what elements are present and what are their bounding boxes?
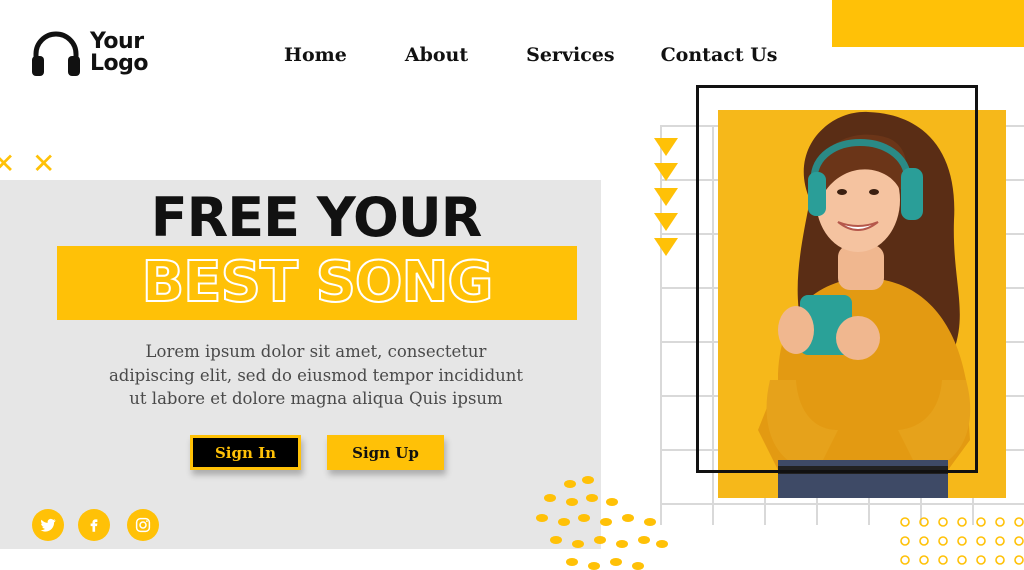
triangle-decoration bbox=[654, 213, 678, 231]
sign-up-button[interactable]: Sign Up bbox=[327, 435, 444, 470]
x-decoration: ✕ bbox=[0, 147, 16, 180]
hero-description: Lorem ipsum dolor sit amet, consectetur … bbox=[60, 340, 572, 411]
description-line: ut labore et dolore magna aliqua Quis ip… bbox=[129, 389, 503, 408]
sign-in-button[interactable]: Sign In bbox=[190, 435, 301, 470]
instagram-button[interactable] bbox=[127, 509, 159, 541]
dots-decoration bbox=[536, 476, 668, 570]
description-line: Lorem ipsum dolor sit amet, consectetur bbox=[145, 342, 487, 361]
facebook-icon bbox=[90, 519, 98, 532]
x-decoration: ✕ bbox=[32, 147, 56, 180]
twitter-button[interactable] bbox=[32, 509, 64, 541]
ring-dots-decoration bbox=[900, 517, 1024, 565]
main-nav: Home About Services Contact Us bbox=[284, 44, 778, 66]
facebook-button[interactable] bbox=[78, 509, 110, 541]
triangle-decoration bbox=[654, 138, 678, 156]
logo[interactable]: Your Logo bbox=[30, 28, 149, 78]
description-line: adipiscing elit, sed do eiusmod tempor i… bbox=[108, 365, 524, 385]
decorative-yellow-bar bbox=[832, 0, 1024, 47]
headline-bottom: BEST SONG bbox=[141, 249, 495, 316]
nav-home[interactable]: Home bbox=[284, 44, 347, 66]
nav-services[interactable]: Services bbox=[526, 44, 614, 66]
nav-contact-us[interactable]: Contact Us bbox=[661, 44, 778, 66]
logo-text-line1: Your bbox=[90, 29, 144, 54]
headline-top: FREE YOUR bbox=[150, 186, 483, 249]
triangle-decoration bbox=[654, 188, 678, 206]
headphones-icon bbox=[32, 31, 80, 76]
photo-frame bbox=[696, 85, 978, 473]
triangle-decoration bbox=[654, 238, 678, 256]
logo-text-line2: Logo bbox=[90, 51, 149, 76]
twitter-icon bbox=[40, 518, 56, 532]
nav-about[interactable]: About bbox=[405, 44, 468, 66]
instagram-icon bbox=[135, 517, 151, 533]
triangle-decoration bbox=[654, 163, 678, 181]
